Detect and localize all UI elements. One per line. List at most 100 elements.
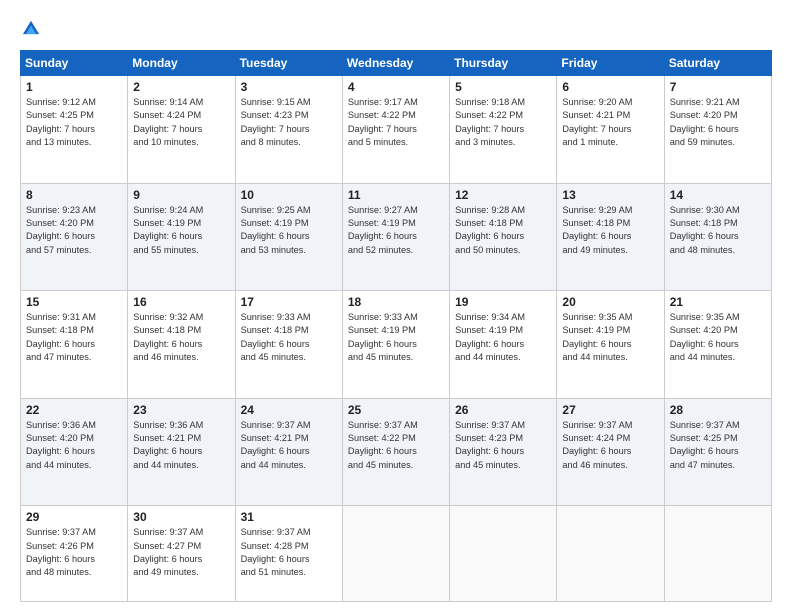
day-number: 31 xyxy=(241,510,337,524)
calendar-cell: 1 Sunrise: 9:12 AM Sunset: 4:25 PM Daylig… xyxy=(21,76,128,184)
cell-info: Sunrise: 9:37 AM Sunset: 4:24 PM Dayligh… xyxy=(562,419,658,472)
calendar-header-sunday: Sunday xyxy=(21,51,128,76)
calendar-week-row: 8 Sunrise: 9:23 AM Sunset: 4:20 PM Daylig… xyxy=(21,183,772,291)
day-number: 19 xyxy=(455,295,551,309)
day-number: 27 xyxy=(562,403,658,417)
calendar-cell: 21 Sunrise: 9:35 AM Sunset: 4:20 PM Dayli… xyxy=(664,291,771,399)
cell-info: Sunrise: 9:21 AM Sunset: 4:20 PM Dayligh… xyxy=(670,96,766,149)
calendar-cell: 17 Sunrise: 9:33 AM Sunset: 4:18 PM Dayli… xyxy=(235,291,342,399)
calendar-cell: 5 Sunrise: 9:18 AM Sunset: 4:22 PM Daylig… xyxy=(450,76,557,184)
cell-info: Sunrise: 9:35 AM Sunset: 4:19 PM Dayligh… xyxy=(562,311,658,364)
calendar-cell: 28Sunrise: 9:37 AM Sunset: 4:25 PM Dayli… xyxy=(664,398,771,506)
cell-info: Sunrise: 9:24 AM Sunset: 4:19 PM Dayligh… xyxy=(133,204,229,257)
calendar-cell: 10Sunrise: 9:25 AM Sunset: 4:19 PM Dayli… xyxy=(235,183,342,291)
day-number: 29 xyxy=(26,510,122,524)
cell-info: Sunrise: 9:33 AM Sunset: 4:18 PM Dayligh… xyxy=(241,311,337,364)
calendar-cell: 4 Sunrise: 9:17 AM Sunset: 4:22 PM Daylig… xyxy=(342,76,449,184)
day-number: 16 xyxy=(133,295,229,309)
day-number: 8 xyxy=(26,188,122,202)
page: SundayMondayTuesdayWednesdayThursdayFrid… xyxy=(0,0,792,612)
cell-info: Sunrise: 9:35 AM Sunset: 4:20 PM Dayligh… xyxy=(670,311,766,364)
day-number: 17 xyxy=(241,295,337,309)
cell-info: Sunrise: 9:37 AM Sunset: 4:27 PM Dayligh… xyxy=(133,526,229,579)
calendar-cell: 31 Sunrise: 9:37 AM Sunset: 4:28 PM Dayli… xyxy=(235,506,342,602)
cell-info: Sunrise: 9:37 AM Sunset: 4:22 PM Dayligh… xyxy=(348,419,444,472)
day-number: 25 xyxy=(348,403,444,417)
day-number: 18 xyxy=(348,295,444,309)
day-number: 14 xyxy=(670,188,766,202)
cell-info: Sunrise: 9:20 AM Sunset: 4:21 PM Dayligh… xyxy=(562,96,658,149)
calendar-cell: 11 Sunrise: 9:27 AM Sunset: 4:19 PM Dayli… xyxy=(342,183,449,291)
day-number: 11 xyxy=(348,188,444,202)
cell-info: Sunrise: 9:37 AM Sunset: 4:28 PM Dayligh… xyxy=(241,526,337,579)
day-number: 3 xyxy=(241,80,337,94)
calendar-cell: 23Sunrise: 9:36 AM Sunset: 4:21 PM Dayli… xyxy=(128,398,235,506)
cell-info: Sunrise: 9:28 AM Sunset: 4:18 PM Dayligh… xyxy=(455,204,551,257)
calendar-header-row: SundayMondayTuesdayWednesdayThursdayFrid… xyxy=(21,51,772,76)
cell-info: Sunrise: 9:31 AM Sunset: 4:18 PM Dayligh… xyxy=(26,311,122,364)
calendar-cell: 6 Sunrise: 9:20 AM Sunset: 4:21 PM Daylig… xyxy=(557,76,664,184)
day-number: 20 xyxy=(562,295,658,309)
day-number: 7 xyxy=(670,80,766,94)
day-number: 4 xyxy=(348,80,444,94)
calendar-cell: 24 Sunrise: 9:37 AM Sunset: 4:21 PM Dayli… xyxy=(235,398,342,506)
calendar-cell xyxy=(664,506,771,602)
day-number: 6 xyxy=(562,80,658,94)
cell-info: Sunrise: 9:29 AM Sunset: 4:18 PM Dayligh… xyxy=(562,204,658,257)
day-number: 22 xyxy=(26,403,122,417)
header xyxy=(20,18,772,40)
calendar-week-row: 22 Sunrise: 9:36 AM Sunset: 4:20 PM Dayli… xyxy=(21,398,772,506)
calendar-cell xyxy=(557,506,664,602)
cell-info: Sunrise: 9:37 AM Sunset: 4:23 PM Dayligh… xyxy=(455,419,551,472)
day-number: 15 xyxy=(26,295,122,309)
day-number: 5 xyxy=(455,80,551,94)
calendar-cell: 27 Sunrise: 9:37 AM Sunset: 4:24 PM Dayli… xyxy=(557,398,664,506)
calendar-cell: 9 Sunrise: 9:24 AM Sunset: 4:19 PM Daylig… xyxy=(128,183,235,291)
calendar-cell xyxy=(450,506,557,602)
day-number: 9 xyxy=(133,188,229,202)
calendar-cell: 16 Sunrise: 9:32 AM Sunset: 4:18 PM Dayli… xyxy=(128,291,235,399)
calendar-cell: 12 Sunrise: 9:28 AM Sunset: 4:18 PM Dayli… xyxy=(450,183,557,291)
cell-info: Sunrise: 9:33 AM Sunset: 4:19 PM Dayligh… xyxy=(348,311,444,364)
cell-info: Sunrise: 9:27 AM Sunset: 4:19 PM Dayligh… xyxy=(348,204,444,257)
cell-info: Sunrise: 9:17 AM Sunset: 4:22 PM Dayligh… xyxy=(348,96,444,149)
day-number: 24 xyxy=(241,403,337,417)
cell-info: Sunrise: 9:36 AM Sunset: 4:21 PM Dayligh… xyxy=(133,419,229,472)
calendar-header-tuesday: Tuesday xyxy=(235,51,342,76)
logo xyxy=(20,18,46,40)
cell-info: Sunrise: 9:30 AM Sunset: 4:18 PM Dayligh… xyxy=(670,204,766,257)
calendar-cell: 14 Sunrise: 9:30 AM Sunset: 4:18 PM Dayli… xyxy=(664,183,771,291)
cell-info: Sunrise: 9:14 AM Sunset: 4:24 PM Dayligh… xyxy=(133,96,229,149)
day-number: 13 xyxy=(562,188,658,202)
calendar-cell: 3 Sunrise: 9:15 AM Sunset: 4:23 PM Daylig… xyxy=(235,76,342,184)
cell-info: Sunrise: 9:34 AM Sunset: 4:19 PM Dayligh… xyxy=(455,311,551,364)
cell-info: Sunrise: 9:23 AM Sunset: 4:20 PM Dayligh… xyxy=(26,204,122,257)
day-number: 28 xyxy=(670,403,766,417)
cell-info: Sunrise: 9:18 AM Sunset: 4:22 PM Dayligh… xyxy=(455,96,551,149)
calendar-cell: 19 Sunrise: 9:34 AM Sunset: 4:19 PM Dayli… xyxy=(450,291,557,399)
calendar-cell xyxy=(342,506,449,602)
calendar-table: SundayMondayTuesdayWednesdayThursdayFrid… xyxy=(20,50,772,602)
day-number: 12 xyxy=(455,188,551,202)
calendar-cell: 22 Sunrise: 9:36 AM Sunset: 4:20 PM Dayli… xyxy=(21,398,128,506)
calendar-header-wednesday: Wednesday xyxy=(342,51,449,76)
calendar-cell: 8 Sunrise: 9:23 AM Sunset: 4:20 PM Daylig… xyxy=(21,183,128,291)
day-number: 21 xyxy=(670,295,766,309)
calendar-cell: 18 Sunrise: 9:33 AM Sunset: 4:19 PM Dayli… xyxy=(342,291,449,399)
calendar-cell: 20 Sunrise: 9:35 AM Sunset: 4:19 PM Dayli… xyxy=(557,291,664,399)
calendar-header-monday: Monday xyxy=(128,51,235,76)
cell-info: Sunrise: 9:25 AM Sunset: 4:19 PM Dayligh… xyxy=(241,204,337,257)
calendar-week-row: 29Sunrise: 9:37 AM Sunset: 4:26 PM Dayli… xyxy=(21,506,772,602)
calendar-cell: 13 Sunrise: 9:29 AM Sunset: 4:18 PM Dayli… xyxy=(557,183,664,291)
calendar-cell: 7 Sunrise: 9:21 AM Sunset: 4:20 PM Daylig… xyxy=(664,76,771,184)
calendar-cell: 26Sunrise: 9:37 AM Sunset: 4:23 PM Dayli… xyxy=(450,398,557,506)
cell-info: Sunrise: 9:15 AM Sunset: 4:23 PM Dayligh… xyxy=(241,96,337,149)
cell-info: Sunrise: 9:12 AM Sunset: 4:25 PM Dayligh… xyxy=(26,96,122,149)
day-number: 1 xyxy=(26,80,122,94)
cell-info: Sunrise: 9:37 AM Sunset: 4:21 PM Dayligh… xyxy=(241,419,337,472)
day-number: 30 xyxy=(133,510,229,524)
cell-info: Sunrise: 9:36 AM Sunset: 4:20 PM Dayligh… xyxy=(26,419,122,472)
calendar-cell: 15 Sunrise: 9:31 AM Sunset: 4:18 PM Dayli… xyxy=(21,291,128,399)
cell-info: Sunrise: 9:32 AM Sunset: 4:18 PM Dayligh… xyxy=(133,311,229,364)
calendar-week-row: 1 Sunrise: 9:12 AM Sunset: 4:25 PM Daylig… xyxy=(21,76,772,184)
